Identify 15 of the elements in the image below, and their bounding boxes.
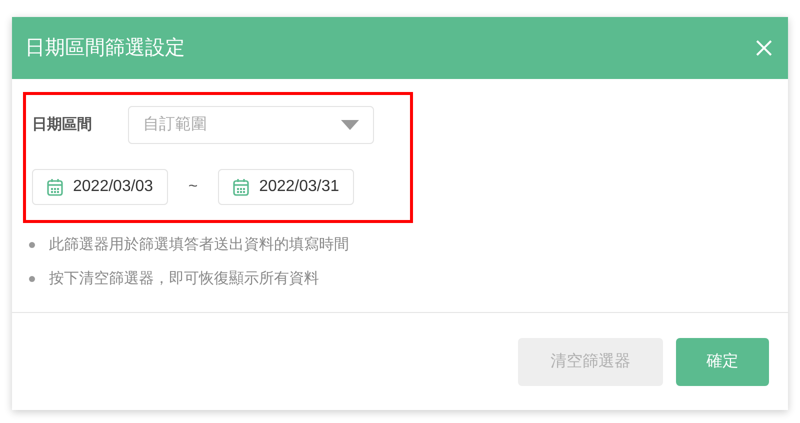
caret-icon bbox=[341, 120, 359, 130]
calendar-icon bbox=[47, 178, 63, 196]
note-text: 此篩選器用於篩選填答者送出資料的填寫時間 bbox=[49, 235, 349, 255]
date-field[interactable]: 2022/03/31 bbox=[218, 169, 354, 205]
range-label: 日期區間 bbox=[32, 114, 93, 135]
calendar-icon bbox=[233, 178, 250, 196]
bullet-icon bbox=[29, 276, 35, 282]
date-field[interactable]: 2022/03/03 bbox=[32, 169, 168, 205]
bullet-icon bbox=[29, 242, 35, 248]
confirm-button[interactable]: 確定 bbox=[676, 338, 769, 386]
range-separator: ~ bbox=[187, 177, 199, 197]
close-icon[interactable] bbox=[756, 40, 772, 56]
dialog-title: 日期區間篩選設定 bbox=[25, 36, 185, 61]
range-dropdown[interactable]: 自訂範圍 bbox=[128, 106, 374, 144]
note-text: 按下清空篩選器，即可恢復顯示所有資料 bbox=[49, 268, 319, 288]
